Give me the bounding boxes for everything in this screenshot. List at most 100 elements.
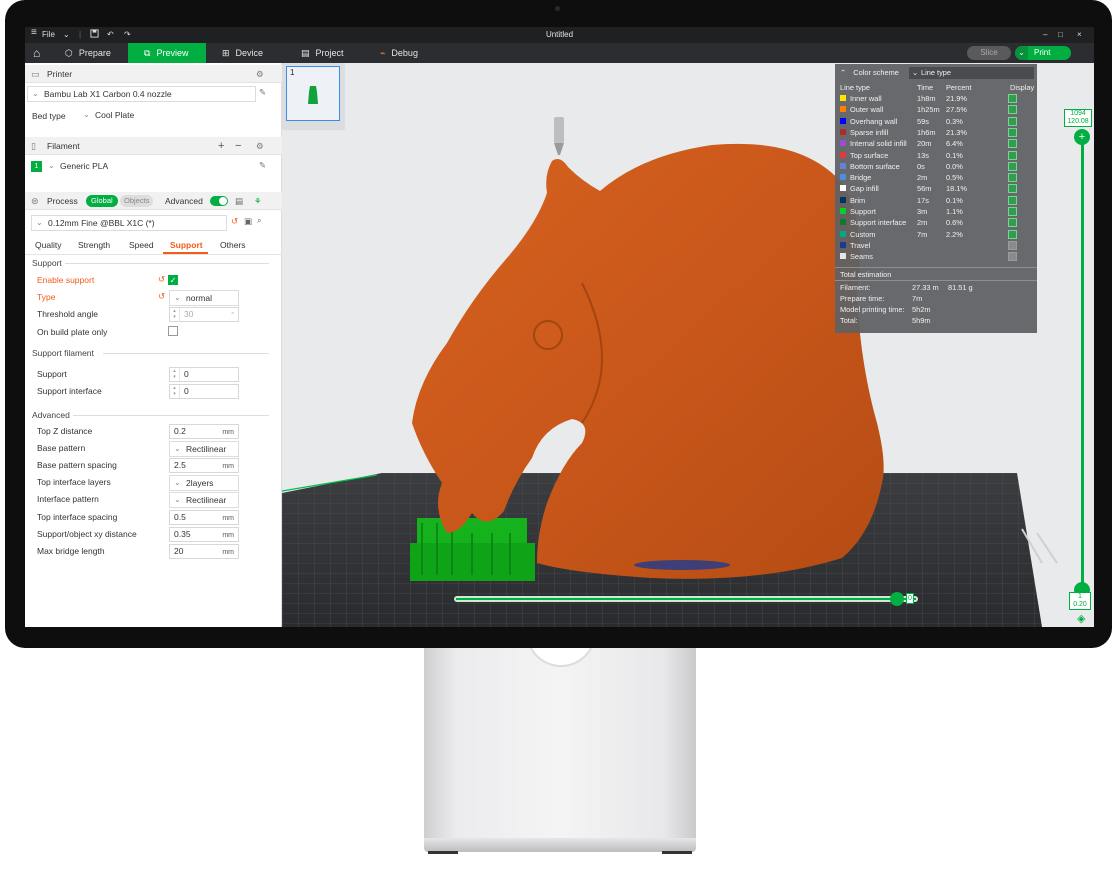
bed-type-select[interactable]: ⌄ Cool Plate: [79, 108, 269, 124]
filament-slot-badge[interactable]: 1: [31, 161, 42, 172]
build-plate-only-checkbox[interactable]: [168, 326, 178, 336]
home-icon[interactable]: ⌂: [33, 43, 47, 63]
move-slider-handle[interactable]: [890, 592, 904, 606]
legend-display-checkbox[interactable]: [1008, 229, 1017, 239]
reset-type-icon[interactable]: ↺: [158, 291, 165, 302]
legend-display-checkbox[interactable]: [1008, 105, 1017, 115]
advanced-setting-input[interactable]: 20 mm: [169, 544, 239, 559]
3d-viewport[interactable]: 1 ⌃ Color scheme ⌄ Line type Line type T…: [282, 63, 1094, 627]
edit-filament-icon[interactable]: ✎: [259, 160, 266, 171]
support-structure: [410, 518, 535, 581]
support-type-select[interactable]: ⌄ normal: [169, 290, 239, 306]
slice-button[interactable]: Slice: [967, 46, 1011, 60]
threshold-angle-label: Threshold angle: [37, 309, 98, 319]
tab-prepare[interactable]: ⬡ Prepare: [65, 43, 135, 63]
tab-speed[interactable]: Speed: [129, 237, 154, 253]
legend-display-checkbox[interactable]: [1008, 195, 1017, 205]
tab-device[interactable]: ⊞ Device: [222, 43, 282, 63]
print-dropdown-icon[interactable]: ⌄: [1015, 46, 1028, 60]
hamburger-menu-icon[interactable]: ≡: [31, 27, 37, 39]
tab-strength[interactable]: Strength: [78, 237, 110, 253]
layers-view-icon[interactable]: ◈: [1077, 613, 1089, 625]
support-interface-filament-label: Support interface: [37, 386, 102, 396]
layer-slider-track[interactable]: [1081, 136, 1084, 601]
legend-display-checkbox[interactable]: [1008, 240, 1017, 250]
advanced-setting-input[interactable]: 0.35 mm: [169, 527, 239, 542]
advanced-setting-select[interactable]: ⌄ 2layers: [169, 475, 239, 491]
tab-others[interactable]: Others: [220, 237, 246, 253]
redo-icon[interactable]: ↷: [124, 29, 131, 41]
advanced-setting-unit: layers: [190, 478, 214, 488]
legend-display-checkbox[interactable]: [1008, 139, 1017, 149]
tab-project[interactable]: ▤ Project: [301, 43, 361, 63]
legend-display-checkbox[interactable]: [1008, 218, 1017, 228]
advanced-setting-select[interactable]: ⌄ Rectilinear: [169, 492, 239, 508]
printer-model-select[interactable]: ⌄ Bambu Lab X1 Carbon 0.4 nozzle: [27, 86, 256, 102]
save-icon[interactable]: [90, 29, 99, 42]
legend-display-checkbox[interactable]: [1008, 207, 1017, 216]
threshold-angle-input[interactable]: ▴ ▾ 30 °: [169, 307, 239, 322]
filament-settings-icon[interactable]: ⚙: [256, 137, 264, 155]
chevron-down-icon[interactable]: ⌄: [63, 29, 70, 41]
legend-line-type: Internal solid infill: [850, 139, 907, 149]
objects-toggle[interactable]: Objects: [120, 195, 154, 207]
advanced-setting-input[interactable]: 0.5 mm: [169, 510, 239, 525]
color-scheme-select[interactable]: ⌄ Line type: [909, 67, 1034, 79]
advanced-setting-input[interactable]: 0.2 mm: [169, 424, 239, 439]
file-menu[interactable]: File: [42, 29, 55, 41]
printer-settings-icon[interactable]: ⚙: [256, 65, 264, 83]
layer-slider-top-handle[interactable]: +: [1074, 129, 1090, 145]
global-toggle[interactable]: Global: [86, 195, 118, 207]
spin-arrows-icon[interactable]: ▴ ▾: [170, 308, 180, 321]
legend-display-checkbox[interactable]: [1008, 116, 1017, 126]
spin-arrows-icon[interactable]: ▴ ▾: [170, 385, 180, 398]
maximize-icon[interactable]: □: [1058, 29, 1063, 41]
spin-arrows-icon[interactable]: ▴ ▾: [170, 368, 180, 381]
collapse-icon[interactable]: ⌃: [840, 68, 846, 77]
advanced-setting-input[interactable]: 2.5 mm: [169, 458, 239, 473]
plate-thumbnail[interactable]: 1: [286, 66, 340, 121]
reset-enable-support-icon[interactable]: ↺: [158, 274, 165, 285]
threshold-angle-value: 30: [184, 309, 194, 319]
filament-select[interactable]: ⌄ Generic PLA: [44, 159, 254, 175]
tab-preview[interactable]: ⧉ Preview: [128, 43, 206, 63]
legend-header-type: Line type: [840, 83, 870, 92]
tab-support[interactable]: Support: [170, 237, 203, 253]
process-tune-icon[interactable]: ⚘: [254, 192, 262, 210]
layer-slider-bottom-label: 1 0.20: [1069, 592, 1091, 610]
reset-preset-icon[interactable]: ↺: [231, 216, 238, 227]
legend-display-checkbox[interactable]: [1008, 161, 1017, 171]
minimize-icon[interactable]: –: [1043, 29, 1047, 41]
model-time-value: 5h2m: [912, 305, 931, 314]
support-filament-input[interactable]: ▴ ▾ 0: [169, 367, 239, 382]
add-filament-icon[interactable]: +: [218, 137, 224, 155]
move-slider-track[interactable]: [456, 598, 916, 600]
edit-printer-icon[interactable]: ✎: [259, 87, 266, 98]
legend-display-checkbox[interactable]: [1008, 184, 1017, 194]
save-preset-icon[interactable]: ▣: [244, 216, 252, 227]
tab-debug[interactable]: ⌁ Debug: [380, 43, 440, 63]
advanced-switch[interactable]: [210, 196, 228, 206]
legend-display-checkbox[interactable]: [1008, 150, 1017, 160]
tab-quality[interactable]: Quality: [35, 237, 61, 253]
compare-icon[interactable]: ▤: [235, 192, 243, 210]
support-interface-filament-input[interactable]: ▴ ▾ 0: [169, 384, 239, 399]
legend-color-swatch: [840, 230, 846, 237]
remove-filament-icon[interactable]: −: [235, 137, 241, 155]
undo-icon[interactable]: ↶: [107, 29, 114, 41]
legend-display-checkbox[interactable]: [1008, 94, 1017, 103]
legend-time: 17s: [917, 195, 929, 205]
print-button[interactable]: ⌄ Print: [1015, 46, 1071, 60]
legend-row: Bridge 2m 0.5%: [840, 172, 1032, 183]
legend-display-checkbox[interactable]: [1008, 252, 1017, 262]
process-preset-select[interactable]: ⌄ 0.12mm Fine @BBL X1C (*): [31, 215, 227, 231]
legend-display-checkbox[interactable]: [1008, 127, 1017, 137]
advanced-setting-value: 2.5: [174, 460, 186, 470]
search-icon[interactable]: ⌕: [257, 215, 262, 226]
legend-time: 1h25m: [917, 105, 940, 115]
legend-display-checkbox[interactable]: [1008, 173, 1017, 183]
legend-time: 0s: [917, 161, 925, 171]
enable-support-checkbox[interactable]: ✓: [168, 275, 178, 285]
close-icon[interactable]: ×: [1077, 29, 1082, 41]
advanced-setting-select[interactable]: ⌄ Rectilinear: [169, 441, 239, 457]
